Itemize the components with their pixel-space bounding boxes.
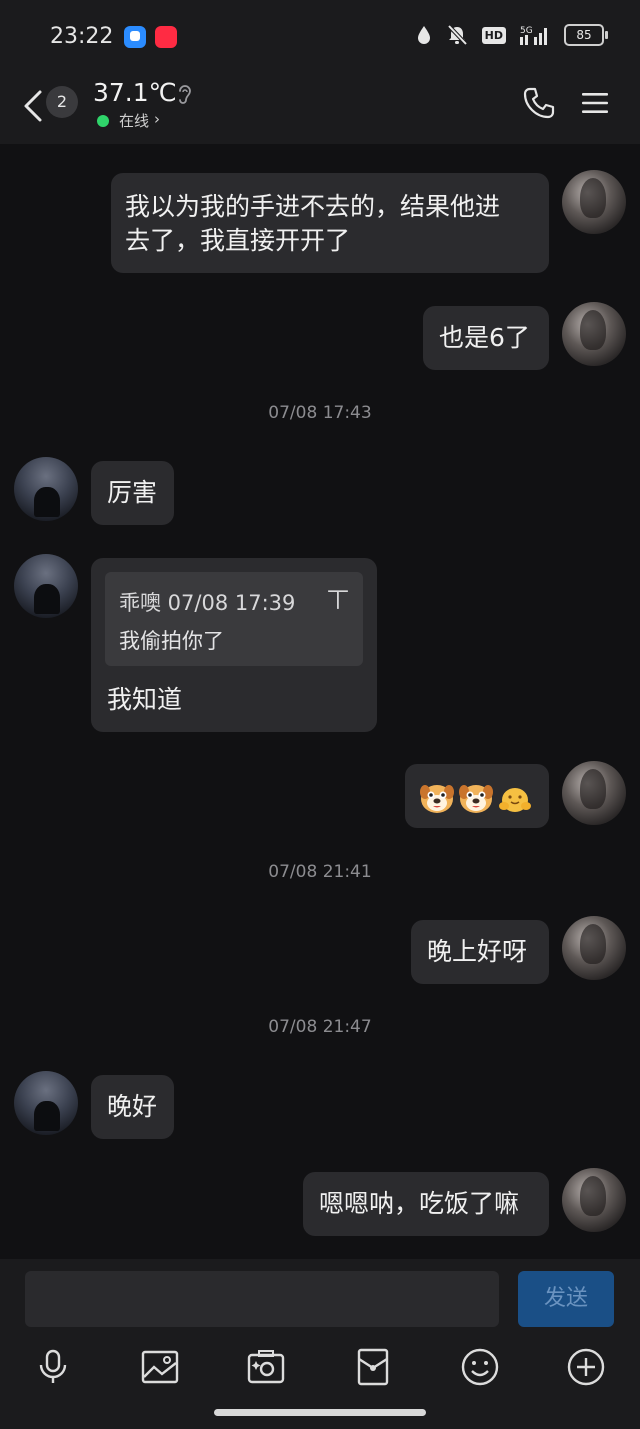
message-bubble-sent[interactable] (405, 764, 549, 828)
message-text: 厉害 (107, 478, 158, 507)
chat-header: 2 37.1℃ 在线 › (0, 72, 640, 144)
hug-emoji (499, 788, 531, 812)
phone-icon[interactable] (522, 86, 556, 120)
plus-icon[interactable] (566, 1347, 606, 1387)
timestamp: 07/08 17:43 (268, 403, 372, 423)
message-bubble-sent[interactable]: 嗯嗯呐，吃饭了嘛 (303, 1172, 549, 1236)
network-label: 5G (520, 26, 533, 36)
message-text: 晚好 (107, 1092, 158, 1121)
status-time: 23:22 (50, 24, 114, 49)
contact-avatar[interactable] (14, 1071, 78, 1135)
contact-name[interactable]: 37.1℃ (93, 78, 177, 107)
home-indicator[interactable] (214, 1409, 426, 1416)
quote-text: 我偷拍你了 (119, 629, 224, 653)
timestamp: 07/08 21:41 (268, 862, 372, 882)
app-notification-icon (124, 26, 146, 48)
unread-count-badge[interactable]: 2 (46, 86, 78, 118)
message-text: 我知道 (107, 685, 183, 714)
hd-badge: HD (481, 26, 506, 44)
drop-icon (417, 26, 430, 44)
chevron-right-icon[interactable]: › (154, 110, 160, 128)
message-bubble-sent[interactable]: 我以为我的手进不去的，结果他进 去了，我直接开开了 (111, 173, 549, 273)
mute-bell-icon (447, 24, 468, 46)
my-avatar[interactable] (562, 302, 626, 366)
chat-messages: 我以为我的手进不去的，结果他进 去了，我直接开开了 也是6了 07/08 17:… (0, 144, 640, 1259)
emoji-icon[interactable] (460, 1347, 500, 1387)
my-avatar[interactable] (562, 170, 626, 234)
message-bubble-received[interactable]: 厉害 (91, 461, 174, 525)
presence-label[interactable]: 在线 (119, 110, 149, 131)
contact-avatar[interactable] (14, 457, 78, 521)
my-avatar[interactable] (562, 916, 626, 980)
online-status-dot (97, 115, 109, 127)
signal-icon: 5G (520, 26, 547, 45)
message-bubble-received[interactable]: 乖噢 07/08 17:39 丅 我偷拍你了 我知道 (91, 558, 377, 732)
my-avatar[interactable] (562, 761, 626, 825)
message-bubble-received[interactable]: 晚好 (91, 1075, 174, 1139)
back-arrow-icon[interactable] (20, 86, 50, 126)
message-text: 我以为我的手进不去的，结果他进 (125, 192, 501, 221)
contact-avatar[interactable] (14, 554, 78, 618)
image-icon[interactable] (140, 1347, 180, 1387)
red-packet-icon[interactable] (353, 1347, 393, 1387)
send-button[interactable]: 发送 (518, 1271, 614, 1327)
message-text: 去了，我直接开开了 (125, 226, 351, 255)
menu-icon[interactable] (580, 90, 610, 116)
quote-header: 乖噢 07/08 17:39 (119, 591, 296, 615)
battery-indicator: 85 (564, 24, 608, 46)
dog-face-emoji (459, 785, 493, 813)
status-icons: HD 5G 85 (416, 24, 608, 46)
message-input[interactable] (25, 1271, 499, 1327)
message-bubble-sent[interactable]: 也是6了 (423, 306, 549, 370)
camera-icon[interactable] (246, 1347, 286, 1387)
my-avatar[interactable] (562, 1168, 626, 1232)
status-bar: 23:22 HD 5G 85 (0, 0, 640, 72)
quoted-message[interactable]: 乖噢 07/08 17:39 丅 我偷拍你了 (105, 572, 363, 666)
timestamp: 07/08 21:47 (268, 1017, 372, 1037)
message-text: 嗯嗯呐，吃饭了嘛 (319, 1189, 520, 1218)
quote-pin-icon: 丅 (326, 588, 349, 613)
xiaohongshu-icon (155, 26, 177, 48)
input-bar: 发送 (0, 1259, 640, 1429)
ear-icon[interactable] (176, 82, 194, 106)
microphone-icon[interactable] (33, 1347, 73, 1387)
message-text: 也是6了 (439, 323, 530, 352)
message-text: 晚上好呀 (427, 937, 528, 966)
dog-face-emoji (420, 785, 454, 813)
message-bubble-sent[interactable]: 晚上好呀 (411, 920, 549, 984)
